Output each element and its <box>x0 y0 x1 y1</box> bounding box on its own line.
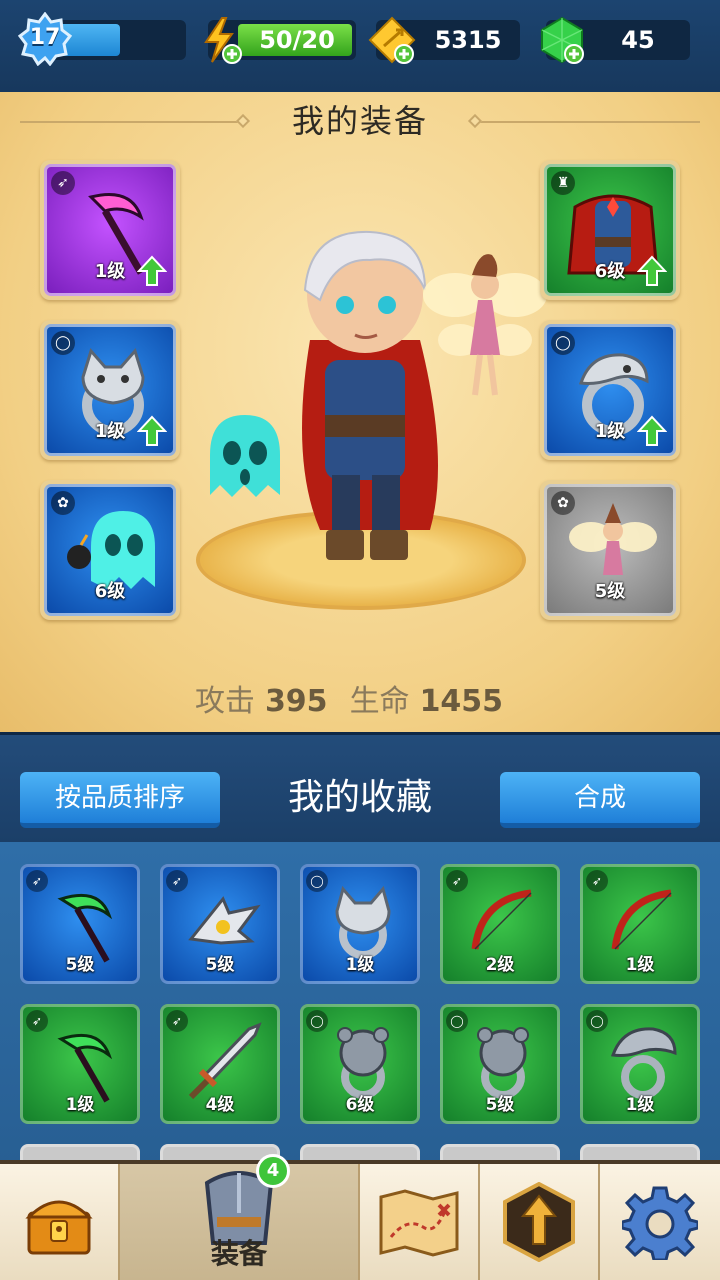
lightning-plus-icon <box>204 17 242 64</box>
gold-counter[interactable]: 5315 <box>368 16 520 64</box>
upgrade-arrow-icon <box>137 255 167 286</box>
collection-item[interactable]: ➶ 1级 <box>580 864 700 984</box>
energy-bar[interactable]: 50/20 <box>204 17 356 64</box>
weapon-slot[interactable]: ➶ 1级 <box>40 160 180 300</box>
collection-item-level: 5级 <box>205 955 235 975</box>
collection-item[interactable]: ◯ 1级 <box>300 864 420 984</box>
treasure-map-icon <box>379 1189 459 1257</box>
nav-map[interactable] <box>360 1164 480 1280</box>
pet-slot-left[interactable]: ✿ 6级 <box>40 480 180 620</box>
attack-value: 395 <box>264 684 328 719</box>
ring-slot-right-frame: ◯ 1级 <box>544 324 676 456</box>
ring-slot-left-frame: ◯ 1级 <box>44 324 176 456</box>
pet-slot-right[interactable]: ✿ 5级 <box>540 480 680 620</box>
weapon-slot-frame: ➶ 1级 <box>44 164 176 296</box>
top-bar: 17 50/20 5315 45 <box>0 0 720 92</box>
nav-equipment-label: 装备 <box>210 1237 267 1270</box>
ring-slot-left[interactable]: ◯ 1级 <box>40 320 180 460</box>
collection-item[interactable]: ➶ 1级 <box>20 1004 140 1124</box>
green-gem-plus-icon <box>541 16 584 64</box>
equipment-badge: 4 <box>256 1154 290 1188</box>
gold-bow-plus-icon <box>368 16 416 64</box>
pet-right-level: 5级 <box>594 581 626 602</box>
merge-button[interactable]: 合成 <box>500 772 700 828</box>
collection-item-level: 1级 <box>625 1095 655 1115</box>
gem-value: 45 <box>621 26 655 54</box>
collection-item[interactable]: ➶ 5级 <box>160 864 280 984</box>
armor-slot-frame: ♜ 6级 <box>544 164 676 296</box>
gold-value: 5315 <box>434 26 502 54</box>
pet-left-level: 6级 <box>94 581 126 602</box>
nav-settings[interactable] <box>600 1164 720 1280</box>
pet-slot-left-frame: ✿ 6级 <box>44 484 176 616</box>
gem-counter[interactable]: 45 <box>541 16 690 64</box>
collection-item-level: 2级 <box>485 955 515 975</box>
collection-item[interactable]: ◯ 5级 <box>440 1004 560 1124</box>
collection-item[interactable]: ◯ 6级 <box>300 1004 420 1124</box>
collection-item-level: 5级 <box>485 1095 515 1115</box>
hp-value: 1455 <box>419 684 504 719</box>
player-level-badge[interactable]: 17 <box>17 11 73 67</box>
nav-upgrade[interactable] <box>480 1164 600 1280</box>
ring-slot-right[interactable]: ◯ 1级 <box>540 320 680 460</box>
attack-label: 攻击 <box>194 684 255 719</box>
hero-stats: 攻击 395 生命 1455 <box>0 676 720 720</box>
collection-item-level: 1级 <box>345 955 375 975</box>
energy-value: 50/20 <box>259 26 335 54</box>
collection-item[interactable]: ◯ 1级 <box>580 1004 700 1124</box>
collection-item[interactable]: ➶ 4级 <box>160 1004 280 1124</box>
player-level: 17 <box>29 25 61 50</box>
nav-equipment[interactable]: 4 装备 <box>120 1154 360 1280</box>
ghost-pet <box>210 415 280 497</box>
collection-item-level: 1级 <box>625 955 655 975</box>
pet-slot-right-frame: ✿ 5级 <box>544 484 676 616</box>
gear-icon <box>622 1186 698 1260</box>
treasure-chest-icon <box>25 1200 93 1255</box>
nav-shop[interactable] <box>0 1164 120 1280</box>
collection-item[interactable]: ➶ 2级 <box>440 864 560 984</box>
equipment-title: 我的装备 <box>291 102 428 140</box>
collection-item-level: 1级 <box>65 1095 95 1115</box>
armor-slot[interactable]: ♜ 6级 <box>540 160 680 300</box>
collection-grid: ➶ 5级 ➶ 5级 ◯ 1级 ➶ 2级 ➶ 1级 ➶ 1级 ➶ 4级 ◯ 6级 ◯ 5级 ◯ 1级 <box>0 842 720 1168</box>
upgrade-arrow-icon <box>637 415 667 446</box>
collection-item-level: 5级 <box>65 955 95 975</box>
fairy-companion <box>423 254 547 396</box>
collection-item-level: 4级 <box>205 1095 235 1115</box>
upgrade-arrow-icon <box>137 415 167 446</box>
upgrade-arrow-icon <box>503 1182 575 1262</box>
collection-item-level: 6级 <box>345 1095 375 1115</box>
upgrade-arrow-icon <box>637 255 667 286</box>
collection-item[interactable]: ➶ 5级 <box>20 864 140 984</box>
hp-label: 生命 <box>349 684 410 719</box>
sort-by-quality-button[interactable]: 按品质排序 <box>20 772 220 828</box>
collection-title: 我的收藏 <box>287 777 432 818</box>
